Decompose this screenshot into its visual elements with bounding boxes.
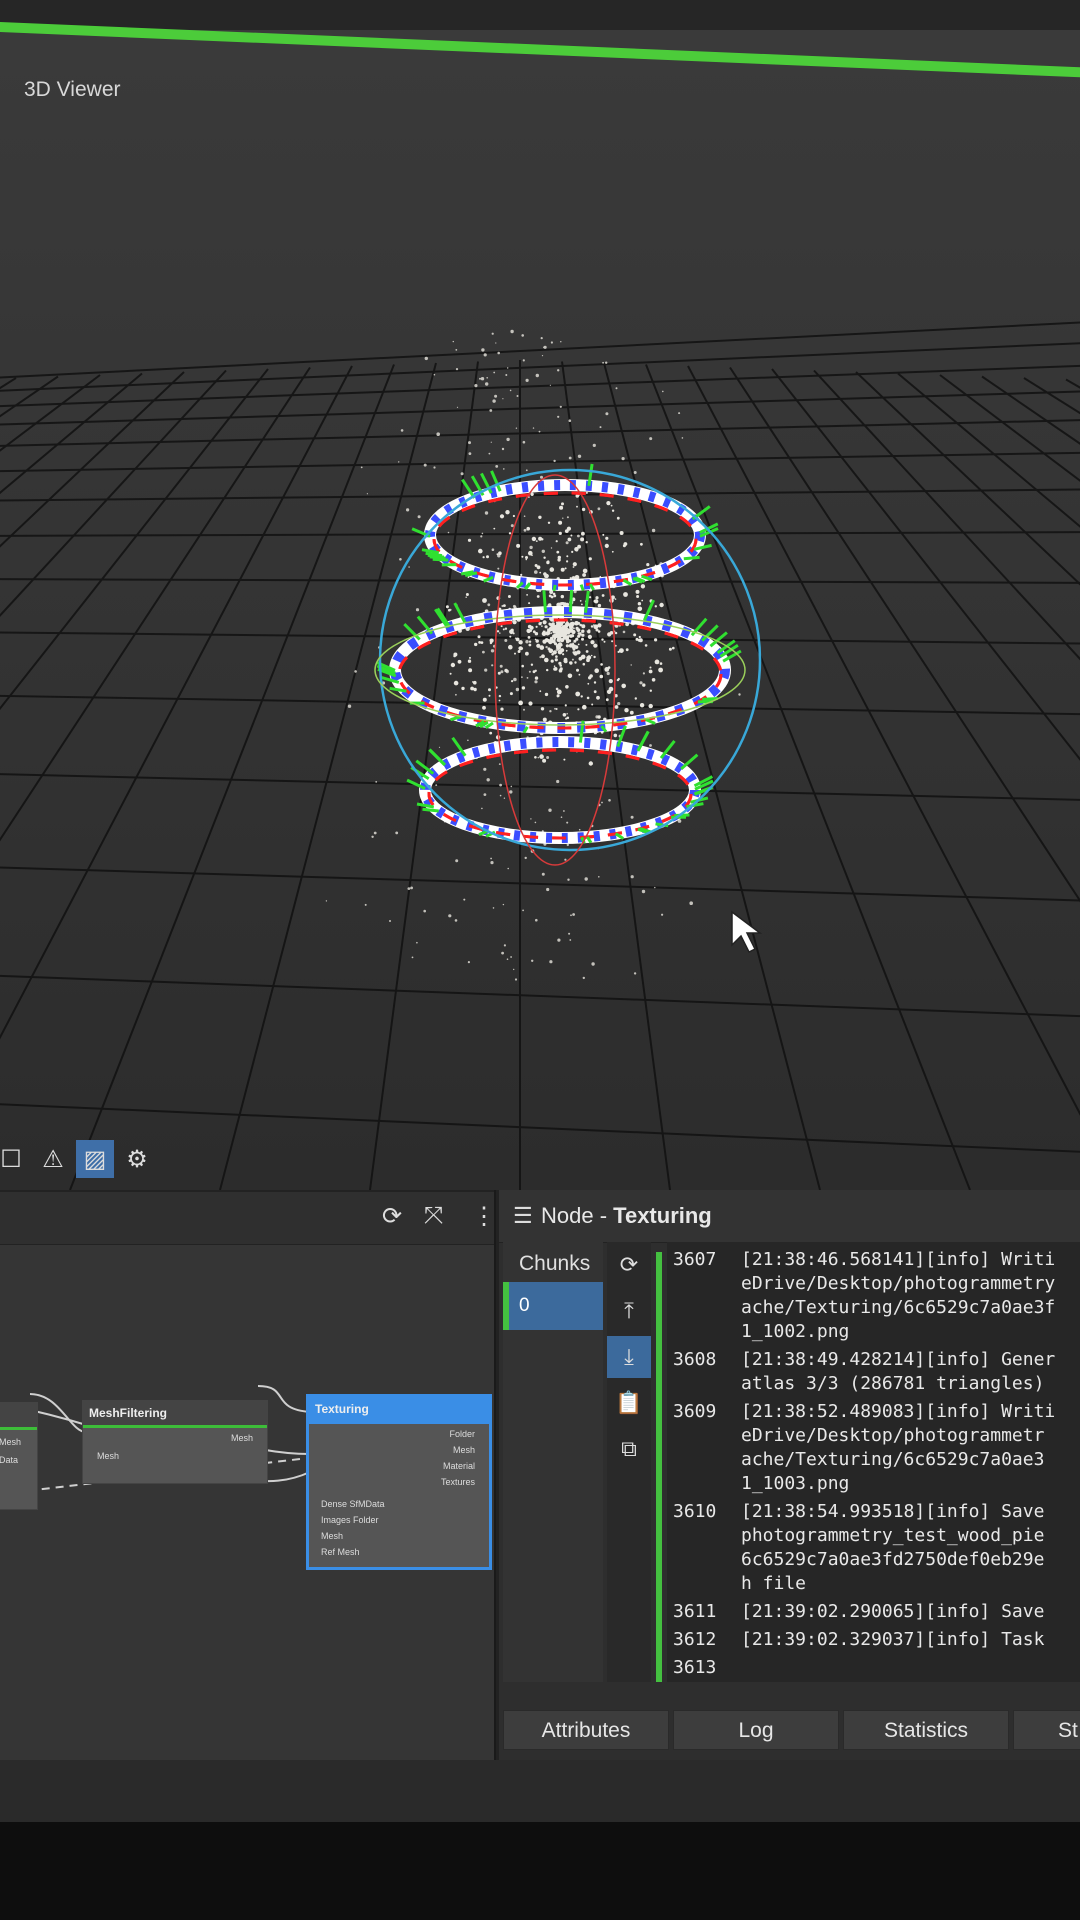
app-screen: 3D Viewer ☐ ⚠ ▨ ⚙ ⟳ ⤧ ⋮ Mesh Data MeshFi… <box>0 0 1080 1920</box>
output-port[interactable]: Textures <box>441 1477 475 1487</box>
warning-icon[interactable]: ⚠ <box>34 1140 72 1178</box>
refresh-icon[interactable]: ⟳ <box>382 1202 402 1231</box>
log-text: eDrive/Desktop/photogrammetr <box>741 1425 1045 1446</box>
grid-stripes-icon[interactable]: ▨ <box>76 1140 114 1178</box>
refresh-icon[interactable]: ⟳ <box>607 1244 651 1286</box>
log-line-number: 3612 <box>673 1629 717 1650</box>
log-output[interactable]: 3607 [21:38:46.568141][info] Writi eDrive/… <box>667 1242 1080 1682</box>
log-line-number: 3610 <box>673 1501 717 1522</box>
input-port[interactable]: Dense SfMData <box>321 1499 385 1509</box>
tab-status[interactable]: St <box>1013 1710 1080 1750</box>
chunks-label: Chunks <box>519 1252 591 1275</box>
node-panel-title: Node - Texturing <box>541 1190 712 1242</box>
node-prefix: Node - <box>541 1203 614 1228</box>
open-external-icon[interactable]: ⧉ <box>607 1428 651 1470</box>
node-panel-header: ☰ Node - Texturing <box>499 1190 1080 1243</box>
log-line-number: 3613 <box>673 1657 717 1678</box>
scroll-top-icon[interactable]: ⤒ <box>607 1290 651 1332</box>
gear-icon[interactable]: ⚙ <box>118 1140 156 1178</box>
output-port-mesh[interactable]: Mesh <box>231 1433 253 1443</box>
log-text: [21:38:46.568141][info] Writi <box>741 1249 1056 1270</box>
top-bar <box>0 0 1080 30</box>
log-text: 1_1003.png <box>741 1473 850 1494</box>
log-line-number: 3611 <box>673 1601 717 1622</box>
node-name: Texturing <box>613 1203 712 1228</box>
output-port[interactable]: Material <box>443 1461 475 1471</box>
log-text: photogrammetry_test_wood_pie <box>741 1525 1045 1546</box>
input-port[interactable]: Ref Mesh <box>321 1547 360 1557</box>
log-text: [21:38:54.993518][info] Save <box>741 1501 1045 1522</box>
viewer-title: 3D Viewer <box>24 78 121 101</box>
tab-attributes[interactable]: Attributes <box>503 1710 669 1750</box>
graph-editor[interactable]: ⟳ ⤧ ⋮ Mesh Data MeshFiltering Mesh Mesh … <box>0 1190 496 1762</box>
graph-toolbar: ⟳ ⤧ ⋮ <box>0 1192 496 1245</box>
window-bottom-edge <box>0 1760 1080 1822</box>
scroll-bottom-icon[interactable]: ⤓ <box>607 1336 651 1378</box>
log-line-number: 3608 <box>673 1349 717 1370</box>
node-panel-tabs: Attributes Log Statistics St <box>499 1710 1080 1750</box>
log-line-number: 3607 <box>673 1249 717 1270</box>
output-port[interactable]: Folder <box>449 1429 475 1439</box>
tab-statistics[interactable]: Statistics <box>843 1710 1009 1750</box>
3d-viewer[interactable]: 3D Viewer <box>0 30 1080 1190</box>
log-text: [21:38:49.428214][info] Gener <box>741 1349 1056 1370</box>
input-port[interactable]: Mesh <box>321 1531 343 1541</box>
log-text: ache/Texturing/6c6529c7a0ae3 <box>741 1449 1045 1470</box>
log-text: h file <box>741 1573 807 1594</box>
viewer-canvas[interactable] <box>0 30 1080 1190</box>
node-title: Texturing <box>309 1397 489 1424</box>
log-text: ache/Texturing/6c6529c7a0ae3f <box>741 1297 1056 1318</box>
log-text: 1_1002.png <box>741 1321 850 1342</box>
log-text: eDrive/Desktop/photogrammetry <box>741 1273 1056 1294</box>
clipboard-icon[interactable]: 📋 <box>607 1382 651 1424</box>
graph-node-meshfiltering[interactable]: MeshFiltering Mesh Mesh <box>82 1400 268 1484</box>
fit-icon[interactable]: ⤧ <box>424 1202 443 1230</box>
more-vert-icon[interactable]: ⋮ <box>472 1202 496 1231</box>
node-header <box>0 1403 37 1430</box>
log-text: [21:39:02.329037][info] Task <box>741 1629 1045 1650</box>
input-port-mesh[interactable]: Mesh <box>97 1451 119 1461</box>
log-text: 6c6529c7a0ae3fd2750def0eb29e <box>741 1549 1045 1570</box>
output-port[interactable]: Mesh <box>453 1445 475 1455</box>
chunks-list: Chunks 0 <box>503 1242 603 1682</box>
square-icon[interactable]: ☐ <box>0 1140 30 1178</box>
tab-log[interactable]: Log <box>673 1710 839 1750</box>
chunk-item[interactable]: 0 <box>503 1282 603 1330</box>
input-port[interactable]: Images Folder <box>321 1515 379 1525</box>
log-text: [21:38:52.489083][info] Writi <box>741 1401 1056 1422</box>
graph-node-partial[interactable]: Mesh Data <box>0 1402 38 1510</box>
log-text: [21:39:02.290065][info] Save <box>741 1601 1045 1622</box>
log-text: atlas 3/3 (286781 triangles) <box>741 1373 1045 1394</box>
log-progress-bar <box>656 1252 662 1682</box>
node-title: MeshFiltering <box>83 1401 267 1428</box>
log-toolbar: ⟳ ⤒ ⤓ 📋 ⧉ <box>607 1242 651 1682</box>
node-panel: ☰ Node - Texturing Chunks 0 ⟳ ⤒ ⤓ 📋 ⧉ 36… <box>496 1190 1080 1760</box>
graph-node-texturing[interactable]: Texturing Folder Mesh Material Textures … <box>306 1394 492 1570</box>
sliders-icon: ☰ <box>513 1203 533 1228</box>
port-label: Mesh <box>0 1437 22 1447</box>
port-label: Data <box>0 1455 19 1465</box>
log-line-number: 3609 <box>673 1401 717 1422</box>
